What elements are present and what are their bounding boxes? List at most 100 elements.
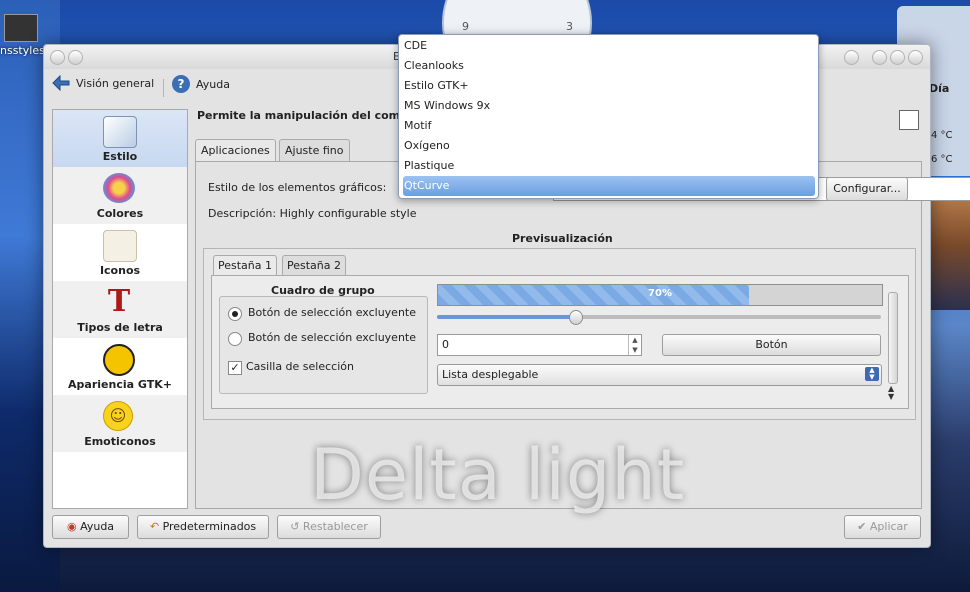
style-option-plastique[interactable]: Plastique bbox=[403, 156, 815, 176]
option-label: MS Windows 9x bbox=[404, 99, 491, 112]
style-description: Descripción: Highly configurable style bbox=[208, 207, 417, 220]
window-help-button[interactable] bbox=[844, 50, 859, 65]
back-arrow-icon bbox=[52, 75, 70, 91]
sidebar-item-label: Tipos de letra bbox=[77, 321, 163, 334]
style-option-motif[interactable]: Motif bbox=[403, 116, 815, 136]
defaults-icon: ↶ bbox=[149, 520, 160, 533]
radio-button-2[interactable] bbox=[228, 332, 242, 346]
fonts-icon: T bbox=[107, 284, 131, 319]
sidebar-item-label: Emoticonos bbox=[84, 435, 156, 448]
style-option-oxigeno[interactable]: Oxígeno bbox=[403, 136, 815, 156]
tab-pestana-2[interactable]: Pestaña 2 bbox=[282, 255, 347, 276]
check-icon: ✔ bbox=[857, 520, 867, 533]
window-pin-button[interactable] bbox=[68, 50, 83, 65]
smiley-icon: ☺ bbox=[103, 401, 133, 431]
toolbar-separator bbox=[163, 79, 164, 97]
preview-dropdown[interactable]: Lista desplegable ▲ ▼ bbox=[437, 364, 882, 386]
weather-temp-2: 6 °C bbox=[931, 154, 953, 165]
style-option-cde[interactable]: CDE bbox=[403, 36, 815, 56]
clock-nine: 9 bbox=[462, 20, 469, 33]
sidebar-item-estilo[interactable]: Estilo bbox=[53, 110, 187, 167]
apply-button[interactable]: ✔ Aplicar bbox=[844, 515, 921, 539]
style-dropdown-popup: CDE Cleanlooks Estilo GTK+ MS Windows 9x… bbox=[398, 34, 819, 199]
desktop-icon-label: nsstyles bbox=[0, 44, 45, 57]
sidebar-item-label: Iconos bbox=[99, 264, 141, 277]
slider-fill bbox=[437, 315, 575, 319]
help-menu-label: Ayuda bbox=[196, 77, 230, 91]
overview-button[interactable]: Visión general bbox=[52, 75, 154, 91]
help-icon: ? bbox=[172, 75, 190, 93]
window-close-button[interactable] bbox=[908, 50, 923, 65]
option-label: Plastique bbox=[404, 159, 455, 172]
overview-label: Visión general bbox=[76, 76, 155, 90]
sidebar-item-emoticonos[interactable]: ☺ Emoticonos bbox=[53, 395, 187, 452]
style-option-gtk[interactable]: Estilo GTK+ bbox=[403, 76, 815, 96]
reset-button-label: Restablecer bbox=[302, 520, 368, 533]
watermark-text: Delta light bbox=[310, 434, 686, 516]
sidebar-item-label: Colores bbox=[96, 207, 144, 220]
option-label: Estilo GTK+ bbox=[404, 79, 469, 92]
sidebar-item-tipos-de-letra[interactable]: T Tipos de letra bbox=[53, 281, 187, 338]
slider[interactable] bbox=[437, 310, 881, 325]
spin-arrows-icon[interactable]: ▲ ▼ bbox=[628, 335, 641, 355]
defaults-button-label: Predeterminados bbox=[162, 520, 257, 533]
groupbox: Botón de selección excluyente Botón de s… bbox=[219, 296, 428, 394]
option-label: CDE bbox=[404, 39, 428, 52]
style-option-windows9x[interactable]: MS Windows 9x bbox=[403, 96, 815, 116]
weather-day: Día bbox=[929, 82, 950, 95]
help-button[interactable]: ◉ Ayuda bbox=[52, 515, 129, 539]
module-description: Permite la manipulación del compo bbox=[197, 109, 416, 122]
defaults-button[interactable]: ↶ Predeterminados bbox=[137, 515, 269, 539]
style-icon bbox=[103, 116, 137, 148]
option-label: QtCurve bbox=[404, 179, 450, 192]
progress-bar: 70% bbox=[437, 284, 883, 306]
tab-pestana-1[interactable]: Pestaña 1 bbox=[213, 255, 278, 276]
preview-tab-content: Cuadro de grupo Botón de selección exclu… bbox=[211, 275, 909, 409]
scroll-down-icon[interactable]: ▼ bbox=[888, 392, 894, 401]
tab-aplicaciones[interactable]: Aplicaciones bbox=[195, 139, 276, 163]
widget-style-label: Estilo de los elementos gráficos: bbox=[208, 181, 387, 194]
style-option-qtcurve[interactable]: QtCurve bbox=[403, 176, 815, 196]
weather-temp-1: 4 °C bbox=[931, 130, 953, 141]
gtk-icon bbox=[103, 344, 135, 376]
window-minimize-button[interactable] bbox=[872, 50, 887, 65]
sidebar-item-colores[interactable]: Colores bbox=[53, 167, 187, 224]
option-label: Oxígeno bbox=[404, 139, 450, 152]
tab-ajuste-fino[interactable]: Ajuste fino bbox=[279, 139, 350, 162]
clock-three: 3 bbox=[566, 20, 573, 33]
preview-scrollbar[interactable]: ▲ ▼ bbox=[887, 284, 898, 401]
preview-button[interactable]: Botón bbox=[662, 334, 881, 356]
desktop-icon[interactable] bbox=[4, 14, 38, 42]
category-sidebar: Estilo Colores Iconos T Tipos de letra A… bbox=[52, 109, 188, 509]
dropdown-arrows-icon: ▲ ▼ bbox=[865, 367, 879, 381]
help-menu-button[interactable]: ? Ayuda bbox=[172, 75, 230, 93]
radio-button-1[interactable] bbox=[228, 307, 242, 321]
reset-icon: ↺ bbox=[290, 520, 300, 533]
window-menu-button[interactable] bbox=[50, 50, 65, 65]
preview-title: Previsualización bbox=[512, 232, 613, 245]
spin-box[interactable]: 0 ▲ ▼ bbox=[437, 334, 642, 356]
sidebar-item-label: Apariencia GTK+ bbox=[68, 378, 172, 391]
checkbox[interactable]: ✓ bbox=[228, 361, 242, 375]
help-button-label: Ayuda bbox=[80, 520, 115, 533]
radio-label-2: Botón de selección excluyente bbox=[248, 331, 417, 344]
colors-icon bbox=[103, 173, 135, 203]
checkbox-label: Casilla de selección bbox=[246, 360, 354, 373]
configure-button[interactable]: Configurar... bbox=[826, 177, 908, 201]
dropdown-value: Lista desplegable bbox=[442, 368, 539, 381]
preview-area: Pestaña 1 Pestaña 2 Cuadro de grupo Botó… bbox=[203, 248, 916, 420]
reset-button[interactable]: ↺ Restablecer bbox=[277, 515, 381, 539]
sidebar-item-apariencia-gtk[interactable]: Apariencia GTK+ bbox=[53, 338, 187, 395]
radio-label-1: Botón de selección excluyente bbox=[248, 306, 417, 319]
icons-icon bbox=[103, 230, 137, 262]
scrollbar-thumb[interactable] bbox=[888, 292, 898, 384]
spin-value: 0 bbox=[442, 338, 449, 351]
option-label: Cleanlooks bbox=[404, 59, 464, 72]
window-maximize-button[interactable] bbox=[890, 50, 905, 65]
progress-text: 70% bbox=[648, 288, 672, 299]
slider-handle[interactable] bbox=[568, 310, 583, 325]
help-lifebuoy-icon: ◉ bbox=[66, 520, 77, 533]
apply-button-label: Aplicar bbox=[869, 520, 908, 533]
style-option-cleanlooks[interactable]: Cleanlooks bbox=[403, 56, 815, 76]
sidebar-item-iconos[interactable]: Iconos bbox=[53, 224, 187, 281]
